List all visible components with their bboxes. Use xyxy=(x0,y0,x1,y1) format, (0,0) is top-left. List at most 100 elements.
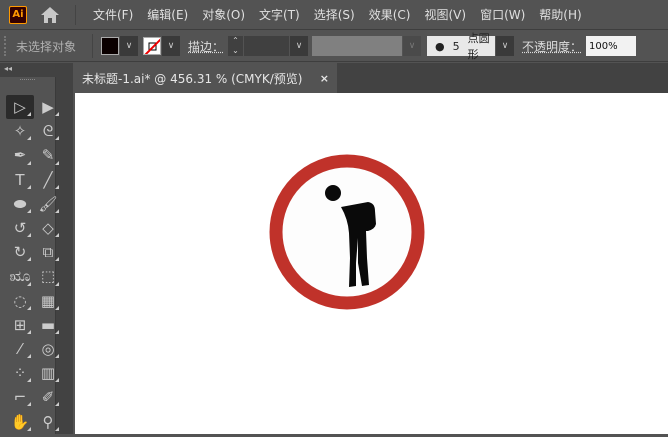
brush-size: 5 xyxy=(452,39,460,53)
warp-tool[interactable]: ೠ xyxy=(6,264,34,288)
shape-builder-icon: ◌ xyxy=(13,291,27,310)
pen-tool[interactable]: ✒ xyxy=(6,143,34,167)
lasso-icon: ᘓ xyxy=(42,122,54,141)
artwork xyxy=(269,154,425,310)
menu-file[interactable]: 文件(F) xyxy=(86,6,140,23)
document-tab[interactable]: 未标题-1.ai* @ 456.31 % (CMYK/预览) × xyxy=(73,63,337,93)
menu-bar: Ai 文件(F) 编辑(E) 对象(O) 文字(T) 选择(S) 效果(C) 视… xyxy=(0,0,668,30)
menu-help[interactable]: 帮助(H) xyxy=(532,6,588,23)
shaper-tool[interactable]: ↺ xyxy=(6,216,34,240)
symbol-sprayer-icon: ⁘ xyxy=(13,364,27,383)
figure-head xyxy=(325,185,341,201)
gradient-icon: ▬ xyxy=(40,315,56,334)
free-transform-tool[interactable]: ⬚ xyxy=(34,264,62,288)
stroke-dropdown[interactable]: ∨ xyxy=(162,36,180,56)
toolbox: ▷ ▶ ✧ ᘓ ✒ ✎ T ╱ ⬬ 🖌 ↺ ◇ ↻ ⧉ ೠ ⬚ ◌ ▦ ⊞ ▬ ⁄ ◎ ⁘ ▥ ⌐ ✐ ✋ ⚲ xyxy=(0,77,59,434)
shaper-icon: ↺ xyxy=(13,219,27,238)
type-icon: T xyxy=(15,170,25,189)
lasso-tool[interactable]: ᘓ xyxy=(34,119,62,143)
profile-dropdown[interactable]: ∨ xyxy=(403,36,422,56)
type-tool[interactable]: T xyxy=(6,168,34,192)
menu-effect[interactable]: 效果(C) xyxy=(362,6,418,23)
brush-definition[interactable]: ● 5 点圆形 xyxy=(427,32,496,61)
magic-wand-tool[interactable]: ✧ xyxy=(6,119,34,143)
stroke-swatch[interactable] xyxy=(143,37,161,55)
blend-icon: ◎ xyxy=(41,339,55,358)
eyedropper-tool[interactable]: ⁄ xyxy=(6,337,34,361)
document-tab-bar: 未标题-1.ai* @ 456.31 % (CMYK/预览) × xyxy=(73,63,668,93)
ellipse-tool[interactable]: ⬬ xyxy=(6,192,34,216)
perspective-grid-tool[interactable]: ▦ xyxy=(34,289,62,313)
stroke-weight-input[interactable] xyxy=(244,36,290,56)
shape-builder-tool[interactable]: ◌ xyxy=(6,289,34,313)
panel-grip[interactable] xyxy=(4,36,8,56)
blend-tool[interactable]: ◎ xyxy=(34,337,62,361)
eraser-icon: ◇ xyxy=(42,219,54,238)
brush-dropdown[interactable]: ∨ xyxy=(496,36,515,56)
mesh-icon: ⊞ xyxy=(13,315,27,334)
control-bar: 未选择对象 ∨ ∨ 描边： ⌃ ⌄ ∨ ∨ ● 5 点圆形 ∨ 不透明度： 100% xyxy=(0,31,668,62)
fill-dropdown[interactable]: ∨ xyxy=(120,36,138,56)
scale-tool[interactable]: ⧉ xyxy=(34,240,62,264)
direct-selection-icon: ▶ xyxy=(42,98,54,117)
slice-icon: ✐ xyxy=(41,388,55,407)
brush-dot-icon: ● xyxy=(435,39,445,53)
toolbox-grip[interactable] xyxy=(20,79,35,91)
stroke-weight-stepper[interactable]: ⌃ ⌄ xyxy=(228,36,244,56)
artboard-icon: ⌐ xyxy=(13,388,27,407)
line-tool[interactable]: ╱ xyxy=(34,168,62,192)
column-graph-tool[interactable]: ▥ xyxy=(34,361,62,385)
gradient-tool[interactable]: ▬ xyxy=(34,313,62,337)
stroke-weight-dropdown[interactable]: ∨ xyxy=(290,36,309,56)
prohibition-ring xyxy=(269,154,425,310)
perspective-grid-icon: ▦ xyxy=(40,291,56,310)
paintbrush-tool[interactable]: 🖌 xyxy=(34,192,62,216)
opacity-label[interactable]: 不透明度： xyxy=(522,38,582,55)
line-icon: ╱ xyxy=(43,170,53,189)
opacity-input[interactable]: 100% xyxy=(586,36,637,56)
curvature-tool[interactable]: ✎ xyxy=(34,143,62,167)
mesh-tool[interactable]: ⊞ xyxy=(6,313,34,337)
toolbox-collapse-button[interactable]: ◂◂ xyxy=(0,63,56,77)
zoom-tool[interactable]: ⚲ xyxy=(34,409,62,433)
artboard-canvas[interactable] xyxy=(75,93,668,434)
magic-wand-icon: ✧ xyxy=(13,122,27,141)
artboard-tool[interactable]: ⌐ xyxy=(6,385,34,409)
hand-icon: ✋ xyxy=(10,412,30,431)
zoom-icon: ⚲ xyxy=(42,412,54,431)
menu-edit[interactable]: 编辑(E) xyxy=(140,6,195,23)
menu-object[interactable]: 对象(O) xyxy=(195,6,252,23)
paintbrush-icon: 🖌 xyxy=(38,194,58,213)
variable-width-profile[interactable] xyxy=(312,36,403,56)
home-icon[interactable] xyxy=(39,6,61,24)
divider xyxy=(75,4,76,25)
rotate-tool[interactable]: ↻ xyxy=(6,240,34,264)
rotate-icon: ↻ xyxy=(13,243,27,262)
direct-selection-tool[interactable]: ▶ xyxy=(34,95,62,119)
slice-tool[interactable]: ✐ xyxy=(34,385,62,409)
stroke-label[interactable]: 描边： xyxy=(188,38,224,55)
eyedropper-icon: ⁄ xyxy=(18,339,22,358)
selection-icon: ▷ xyxy=(14,98,26,117)
menu-select[interactable]: 选择(S) xyxy=(307,6,362,23)
column-graph-icon: ▥ xyxy=(40,364,56,383)
menu-type[interactable]: 文字(T) xyxy=(252,6,307,23)
close-tab-icon[interactable]: × xyxy=(320,72,329,85)
eraser-tool[interactable]: ◇ xyxy=(34,216,62,240)
symbol-sprayer-tool[interactable]: ⁘ xyxy=(6,361,34,385)
document-tab-title: 未标题-1.ai* @ 456.31 % (CMYK/预览) xyxy=(82,71,303,86)
hand-tool[interactable]: ✋ xyxy=(6,409,34,433)
app-logo: Ai xyxy=(9,5,27,24)
curvature-icon: ✎ xyxy=(41,146,55,165)
selection-tool[interactable]: ▷ xyxy=(6,95,34,120)
selection-status: 未选择对象 xyxy=(16,39,77,54)
warp-icon: ೠ xyxy=(9,267,31,286)
fill-swatch[interactable] xyxy=(101,37,119,55)
brush-name: 点圆形 xyxy=(467,32,490,61)
menu-window[interactable]: 窗口(W) xyxy=(473,6,532,23)
menu-view[interactable]: 视图(V) xyxy=(417,6,473,23)
divider xyxy=(92,34,93,58)
ellipse-icon: ⬬ xyxy=(13,194,27,213)
pen-icon: ✒ xyxy=(13,146,27,165)
scale-icon: ⧉ xyxy=(42,243,54,262)
